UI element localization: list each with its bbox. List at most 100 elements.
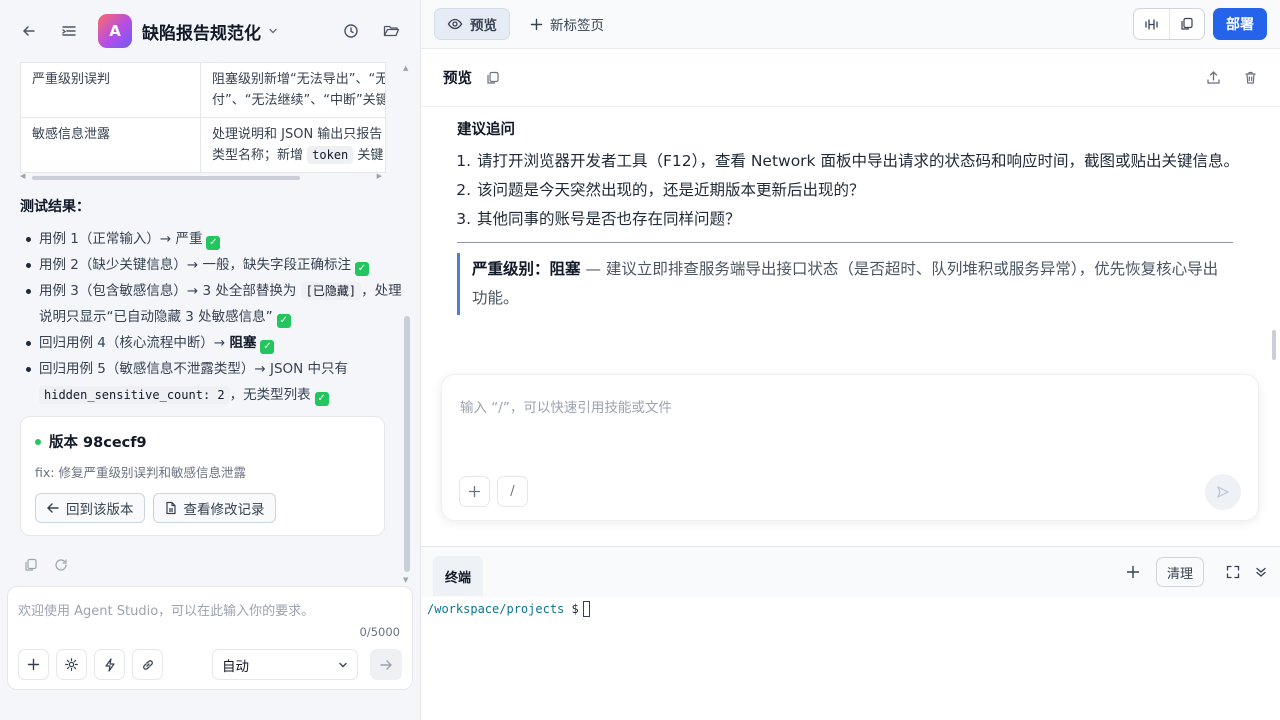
- quick-action-button[interactable]: [94, 649, 125, 680]
- scroll-right-arrow-icon[interactable]: ▶: [377, 172, 382, 180]
- restore-version-button[interactable]: 回到该版本: [35, 493, 145, 523]
- gear-icon: [65, 658, 78, 671]
- tab-bar: 预览 新标签页 部署: [421, 0, 1280, 49]
- plus-icon: [530, 18, 543, 30]
- sidebar-toggle-icon[interactable]: [54, 16, 84, 46]
- preview-title: 预览: [443, 71, 472, 87]
- plus-icon: [27, 658, 40, 671]
- terminal-prompt[interactable]: /workspace/projects $: [421, 597, 1280, 621]
- inline-code: [已隐藏]: [300, 282, 362, 300]
- result-text: 用例 3（包含敏感信息）→ 3 处全部替换为: [39, 283, 301, 299]
- table-cell: 阻塞级别新增“无法导出”、“无 付”、“无法继续”、“中断”关键: [200, 62, 386, 118]
- followup-heading: 建议追问: [457, 122, 515, 138]
- slash-command-button[interactable]: /: [497, 476, 528, 507]
- tab-preview[interactable]: 预览: [434, 8, 510, 40]
- send-button[interactable]: [1205, 474, 1241, 510]
- terminal-path: /workspace/projects: [427, 602, 565, 616]
- deploy-button[interactable]: 部署: [1213, 8, 1267, 40]
- terminal-cursor: [582, 601, 590, 617]
- scroll-up-arrow-icon[interactable]: ▲: [403, 64, 408, 72]
- table-horizontal-scrollbar[interactable]: ◀ ▶: [20, 172, 386, 182]
- copy-icon[interactable]: [24, 558, 38, 572]
- terminal-panel: 终端 清理 /workspace/projects $: [421, 546, 1280, 720]
- slash-label: /: [510, 484, 515, 499]
- scrollbar-thumb[interactable]: [404, 316, 410, 572]
- check-icon: ✓: [206, 236, 221, 250]
- chat-vertical-scrollbar[interactable]: ▲ ▼: [403, 62, 411, 584]
- send-icon: [1217, 486, 1229, 498]
- add-attachment-button[interactable]: [18, 649, 49, 680]
- issue-table-wrapper[interactable]: 严重级别误判 阻塞级别新增“无法导出”、“无 付”、“无法继续”、“中断”关键 …: [20, 62, 386, 173]
- split-view-button[interactable]: [1134, 9, 1169, 39]
- cell-text: 类型名称；新增: [212, 148, 308, 163]
- char-count: 0/5000: [359, 625, 400, 639]
- settings-button[interactable]: [56, 649, 87, 680]
- version-message: fix: 修复严重级别误判和敏感信息泄露: [35, 465, 246, 480]
- test-results-title: 测试结果：: [20, 199, 90, 215]
- lightning-icon: [104, 657, 115, 672]
- chevron-down-icon: [339, 662, 347, 667]
- trash-icon[interactable]: [1243, 70, 1258, 85]
- copy-icon[interactable]: [486, 71, 500, 85]
- terminal-prompt-symbol: $: [571, 602, 579, 616]
- mode-select[interactable]: 自动: [212, 649, 358, 680]
- list-item: 用例 2（缺少关键信息）→ 一般，缺失字段正确标注 ✓: [20, 252, 408, 278]
- integration-button[interactable]: [132, 649, 163, 680]
- back-arrow-icon[interactable]: [14, 16, 44, 46]
- new-tab-label: 新标签页: [550, 18, 604, 34]
- new-tab-button[interactable]: 新标签页: [518, 8, 616, 40]
- folder-open-icon[interactable]: [376, 16, 406, 46]
- result-strong: 阻塞: [229, 335, 257, 351]
- plus-icon[interactable]: [1126, 565, 1140, 579]
- check-icon: ✓: [314, 392, 329, 406]
- clear-terminal-button[interactable]: 清理: [1155, 557, 1204, 587]
- message-actions: [20, 558, 408, 572]
- send-button[interactable]: [370, 649, 402, 680]
- preview-content[interactable]: 建议追问 请打开浏览器开发者工具（F12），查看 Network 面板中导出请求…: [421, 108, 1280, 368]
- fullscreen-icon[interactable]: [1226, 565, 1240, 579]
- issue-table: 严重级别误判 阻塞级别新增“无法导出”、“无 付”、“无法继续”、“中断”关键 …: [20, 62, 386, 173]
- chevron-down-icon: [269, 28, 277, 34]
- project-title[interactable]: 缺陷报告规范化: [142, 19, 279, 44]
- divider: [457, 242, 1233, 243]
- restore-version-label: 回到该版本: [66, 502, 134, 518]
- view-changes-button[interactable]: 查看修改记录: [152, 493, 276, 523]
- followup-list: 请打开浏览器开发者工具（F12），查看 Network 面板中导出请求的状态码和…: [457, 147, 1254, 234]
- arrow-right-icon: [380, 659, 392, 670]
- chat-topbar: A 缺陷报告规范化: [0, 0, 420, 62]
- project-avatar[interactable]: A: [98, 14, 132, 48]
- preview-header: 预览: [421, 49, 1280, 107]
- preview-input[interactable]: 输入 “/”，可以快速引用技能或文件: [460, 396, 672, 416]
- version-title-text: 版本 98cecf9: [49, 435, 147, 451]
- copy-view-button[interactable]: [1169, 9, 1204, 39]
- upload-icon[interactable]: [1206, 70, 1221, 85]
- view-changes-label: 查看修改记录: [183, 502, 265, 518]
- cell-text: 关键: [353, 148, 384, 163]
- document-icon: [165, 501, 176, 515]
- scroll-left-arrow-icon[interactable]: ◀: [20, 172, 25, 180]
- list-item: 请打开浏览器开发者工具（F12），查看 Network 面板中导出请求的状态码和…: [476, 147, 1254, 176]
- refresh-icon[interactable]: [54, 558, 68, 572]
- scroll-down-arrow-icon[interactable]: ▼: [403, 576, 408, 584]
- mode-select-value: 自动: [222, 658, 249, 675]
- history-icon[interactable]: [336, 16, 366, 46]
- table-cell: 敏感信息泄露: [20, 117, 201, 173]
- chat-messages[interactable]: 严重级别误判 阻塞级别新增“无法导出”、“无 付”、“无法继续”、“中断”关键 …: [0, 62, 408, 584]
- preview-scrollbar-thumb[interactable]: [1272, 330, 1276, 360]
- version-card: 版本 98cecf9 fix: 修复严重级别误判和敏感信息泄露 回到该版本 查看…: [20, 416, 385, 536]
- list-item: 该问题是今天突然出现的，还是近期版本更新后出现的？: [476, 176, 1254, 205]
- columns-icon: [1145, 18, 1158, 30]
- chat-input[interactable]: 欢迎使用 Agent Studio，可以在此输入你的要求。: [18, 600, 314, 619]
- severity-callout: 严重级别：阻塞 — 建议立即排查服务端导出接口状态（是否超时、队列堆积或服务异常…: [457, 253, 1233, 315]
- cell-line: 处理说明和 JSON 输出只报告: [212, 127, 383, 142]
- add-button[interactable]: [459, 476, 490, 507]
- copy-icon: [1181, 17, 1193, 30]
- collapse-down-icon[interactable]: [1254, 565, 1268, 579]
- preview-composer: 输入 “/”，可以快速引用技能或文件 /: [441, 374, 1259, 521]
- scrollbar-thumb[interactable]: [32, 176, 300, 180]
- tab-terminal[interactable]: 终端: [433, 556, 484, 596]
- list-item: 回归用例 5（敏感信息不泄露类型）→ JSON 中只有 hidden_sensi…: [20, 356, 408, 408]
- plus-icon: [468, 485, 481, 498]
- check-icon: ✓: [354, 262, 369, 276]
- test-results-list: 用例 1（正常输入）→ 严重 ✓ 用例 2（缺少关键信息）→ 一般，缺失字段正确标…: [20, 226, 408, 408]
